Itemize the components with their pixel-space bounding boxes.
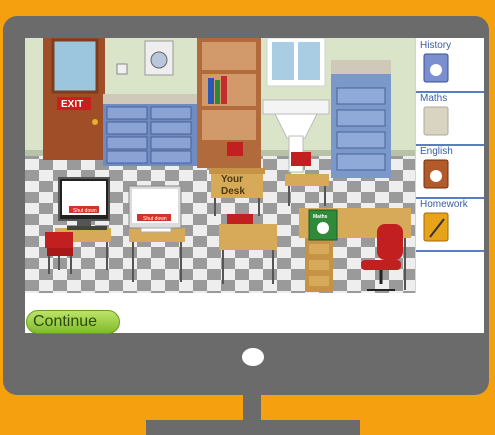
subject-sidebar: History Maths English Homework (415, 38, 484, 293)
sidebar-item-label: Maths (420, 93, 448, 104)
sidebar-item-label: History (420, 40, 452, 51)
drawer-cabinet-left[interactable] (103, 94, 197, 166)
wall-box (144, 40, 174, 76)
wall-outlet (116, 63, 128, 75)
your-desk-label-line2: Desk (221, 186, 245, 197)
sidebar-item-label: Homework (420, 199, 468, 210)
exit-sign: EXIT (61, 99, 83, 110)
monitor-stand-base (146, 420, 360, 435)
sidebar-item-label: English (420, 146, 453, 157)
power-indicator (242, 348, 264, 366)
window (266, 38, 326, 87)
exit-door[interactable]: EXIT (43, 38, 105, 160)
your-desk-label-line1: Your (221, 174, 243, 185)
history-book-icon[interactable] (422, 52, 450, 84)
sidebar-item-english[interactable]: English (416, 144, 484, 199)
english-book-icon[interactable] (422, 158, 450, 190)
continue-button[interactable]: Continue (26, 310, 120, 334)
monitor-stand-neck (243, 395, 261, 421)
desk-book-label: Maths (313, 214, 328, 220)
sidebar-item-history[interactable]: History (416, 38, 484, 93)
sidebar-item-maths[interactable]: Maths (416, 91, 484, 146)
computer-1-label: Shut down (73, 208, 97, 214)
game-screen: EXIT Your Desk Shut down Shut down Maths… (25, 38, 484, 333)
homework-book-icon[interactable] (422, 211, 450, 243)
computer-2-label: Shut down (143, 216, 167, 222)
maths-book-icon[interactable] (422, 105, 450, 137)
sidebar-item-homework[interactable]: Homework (416, 197, 484, 252)
drawer-cabinet-right[interactable] (331, 60, 391, 178)
